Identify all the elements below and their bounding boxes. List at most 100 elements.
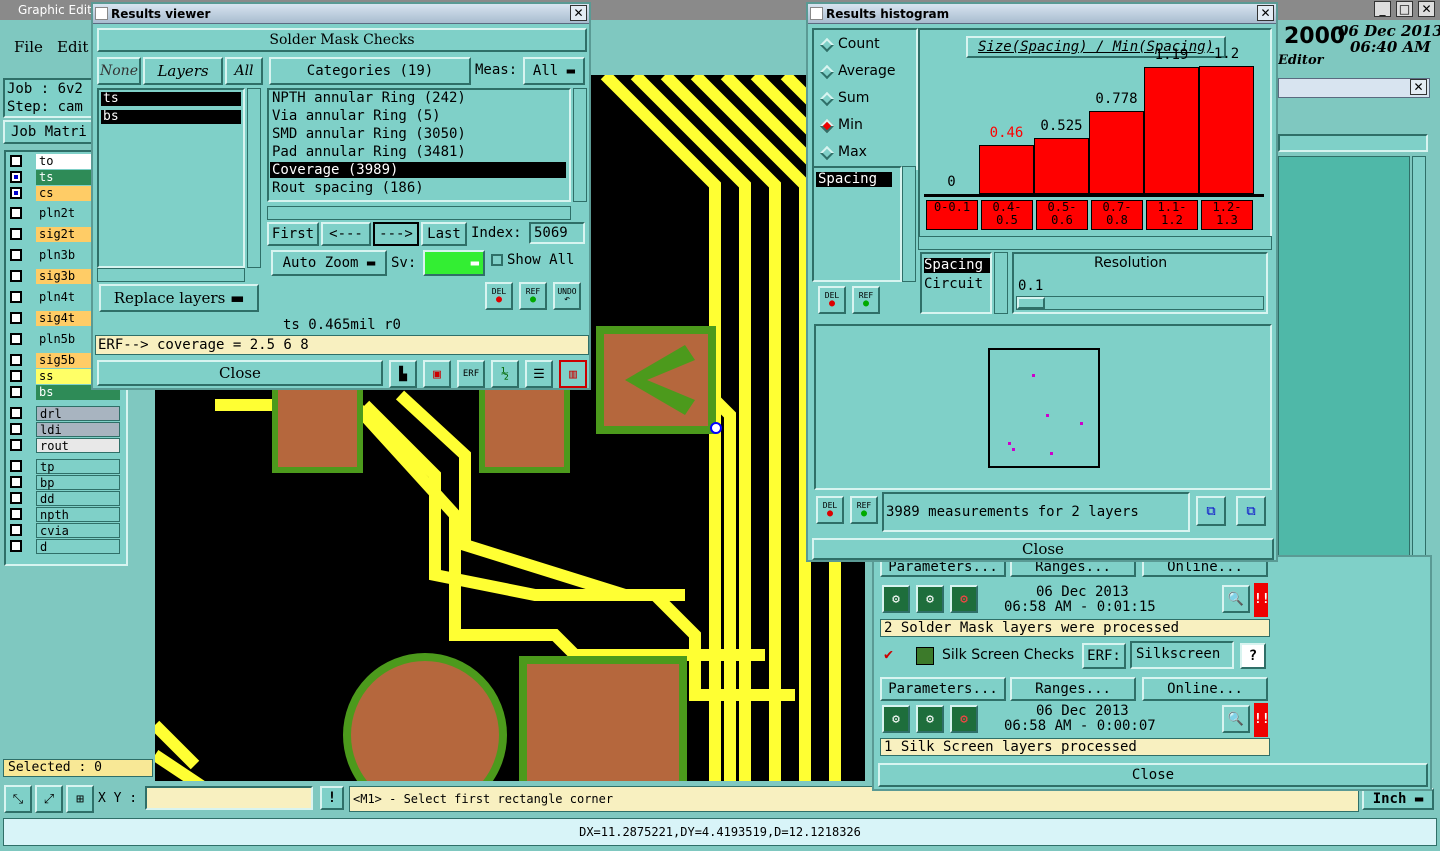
measure-icon[interactable]: ⤢ xyxy=(35,785,63,813)
layer-checkbox[interactable] xyxy=(10,540,22,552)
layer-checkbox[interactable] xyxy=(10,354,22,366)
option-label-sum[interactable]: Sum xyxy=(838,90,869,106)
layers-all-button[interactable]: All xyxy=(225,57,263,85)
layer-row-rout[interactable]: rout xyxy=(8,438,124,454)
layer-checkbox[interactable] xyxy=(10,270,22,282)
checks-close-button[interactable]: Close xyxy=(878,763,1428,787)
help-button[interactable]: ? xyxy=(1240,643,1266,669)
option-label-min[interactable]: Min xyxy=(838,117,863,133)
histogram-icon[interactable]: ▥ xyxy=(559,360,587,388)
background-panel-close[interactable]: ✕ xyxy=(1410,79,1427,95)
layer-name[interactable]: d xyxy=(36,539,120,554)
layer-row-bp[interactable]: bp xyxy=(8,475,124,491)
erf-button[interactable]: ERF: xyxy=(1082,643,1126,669)
ss-online-button[interactable]: Online... xyxy=(1142,677,1268,701)
layer-item-ts[interactable]: ts xyxy=(101,92,241,106)
zoom-fit-icon[interactable]: ⤡ xyxy=(4,785,32,813)
layer-row-dd[interactable]: dd xyxy=(8,491,124,507)
layer-checkbox[interactable] xyxy=(10,187,22,199)
layer-name[interactable]: dd xyxy=(36,491,120,506)
layer-checkbox[interactable] xyxy=(10,370,22,382)
del-button[interactable]: DEL ● xyxy=(485,282,513,310)
layer-row-tp[interactable]: tp xyxy=(8,459,124,475)
ss-checkmark-icon[interactable]: ✔ xyxy=(884,645,893,663)
index-input[interactable]: 5069 xyxy=(529,222,585,244)
mode-spacing[interactable]: Spacing xyxy=(924,258,990,273)
categories-button[interactable]: Categories (19) xyxy=(269,57,471,85)
layer-checkbox[interactable] xyxy=(10,171,22,183)
sv-color-select[interactable]: ▬ xyxy=(423,250,485,276)
category-item[interactable]: SMD annular Ring (3050) xyxy=(270,126,566,142)
category-item[interactable]: NPTH annular Ring (242) xyxy=(270,90,566,106)
category-item[interactable]: Coverage (3989) xyxy=(270,162,566,178)
maximize-button[interactable]: □ xyxy=(1396,1,1413,17)
ss-ranges-button[interactable]: Ranges... xyxy=(1010,677,1136,701)
layer-row-drl[interactable]: drl xyxy=(8,406,124,422)
chart-hscrollbar[interactable] xyxy=(918,236,1272,250)
mode-list[interactable]: Spacing Circuit xyxy=(920,252,992,314)
run-stop-icon[interactable]: ⚙ xyxy=(950,585,978,613)
alert-button[interactable]: ! xyxy=(320,786,344,810)
layer-checkbox[interactable] xyxy=(10,386,22,398)
layer-name[interactable]: ldi xyxy=(36,422,120,437)
ss-run-stop-icon[interactable]: ⚙ xyxy=(950,705,978,733)
layer-name[interactable]: npth xyxy=(36,507,120,522)
ref-button[interactable]: REF ● xyxy=(519,282,547,310)
layer-name[interactable]: rout xyxy=(36,438,120,453)
layer-name[interactable]: drl xyxy=(36,406,120,421)
stat-list-scrollbar[interactable] xyxy=(902,166,916,282)
menu-edit[interactable]: Edit xyxy=(57,38,88,56)
histogram-close-x[interactable]: ✕ xyxy=(1257,5,1274,21)
layer-checkbox[interactable] xyxy=(10,439,22,451)
option-label-average[interactable]: Average xyxy=(838,63,896,79)
replace-layers-button[interactable]: Replace layers ▬ xyxy=(99,284,259,312)
categories-hscrollbar[interactable] xyxy=(267,206,571,220)
layer-checkbox[interactable] xyxy=(10,460,22,472)
preview-map[interactable] xyxy=(814,324,1272,490)
categories-scrollbar[interactable] xyxy=(573,88,587,202)
stat-list[interactable]: Spacing xyxy=(812,166,902,282)
layer-checkbox[interactable] xyxy=(10,524,22,536)
option-label-count[interactable]: Count xyxy=(838,36,880,52)
layer-checkbox[interactable] xyxy=(10,312,22,324)
ss-run-icon[interactable]: ⚙ xyxy=(882,705,910,733)
first-button[interactable]: First xyxy=(267,222,319,246)
units-select[interactable]: Inch ▬ xyxy=(1362,788,1434,810)
layer-checkbox[interactable] xyxy=(10,333,22,345)
ss-zoom-icon[interactable]: 🔍 xyxy=(1222,705,1250,733)
run-all-icon[interactable]: ⚙ xyxy=(916,585,944,613)
job-matrix-button[interactable]: Job Matri xyxy=(3,120,93,144)
resolution-slider[interactable] xyxy=(1016,296,1264,310)
layer-checkbox[interactable] xyxy=(10,228,22,240)
layer-checkbox[interactable] xyxy=(10,291,22,303)
layer-checkbox[interactable] xyxy=(10,508,22,520)
category-item[interactable]: Rout spacing (186) xyxy=(270,180,566,196)
hist-ref-top-button[interactable]: REF ● xyxy=(852,286,880,314)
meas-select[interactable]: All ▬ xyxy=(523,57,585,85)
layer-name[interactable]: cvia xyxy=(36,523,120,538)
mode-circuit[interactable]: Circuit xyxy=(924,276,983,292)
stats-icon[interactable]: ½ xyxy=(491,360,519,388)
stat-list-item[interactable]: Spacing xyxy=(816,172,892,187)
layer-row-cvia[interactable]: cvia xyxy=(8,523,124,539)
category-item[interactable]: Pad annular Ring (3481) xyxy=(270,144,566,160)
layer-checkbox[interactable] xyxy=(10,492,22,504)
import-icon[interactable]: ⧉ xyxy=(1236,496,1266,526)
export-icon[interactable]: ⧉ xyxy=(1196,496,1226,526)
hist-del-button[interactable]: DEL ● xyxy=(816,496,844,524)
xy-input[interactable] xyxy=(145,786,313,810)
menu-file[interactable]: File xyxy=(14,38,43,56)
layer-checkbox[interactable] xyxy=(10,407,22,419)
resolution-slider-thumb[interactable] xyxy=(1017,297,1045,309)
layer-row-d[interactable]: d xyxy=(8,539,124,555)
layers-none-button[interactable]: None xyxy=(97,57,141,85)
category-item[interactable]: Via annular Ring (5) xyxy=(270,108,566,124)
ss-parameters-button[interactable]: Parameters... xyxy=(880,677,1006,701)
layer-checkbox[interactable] xyxy=(10,249,22,261)
layer-checkbox[interactable] xyxy=(10,155,22,167)
auto-zoom-select[interactable]: Auto Zoom ▬ xyxy=(271,250,387,276)
prev-button[interactable]: <--- xyxy=(321,222,371,246)
grid-icon[interactable]: ⊞ xyxy=(66,785,94,813)
layer-row-ldi[interactable]: ldi xyxy=(8,422,124,438)
layer-name[interactable]: tp xyxy=(36,459,120,474)
